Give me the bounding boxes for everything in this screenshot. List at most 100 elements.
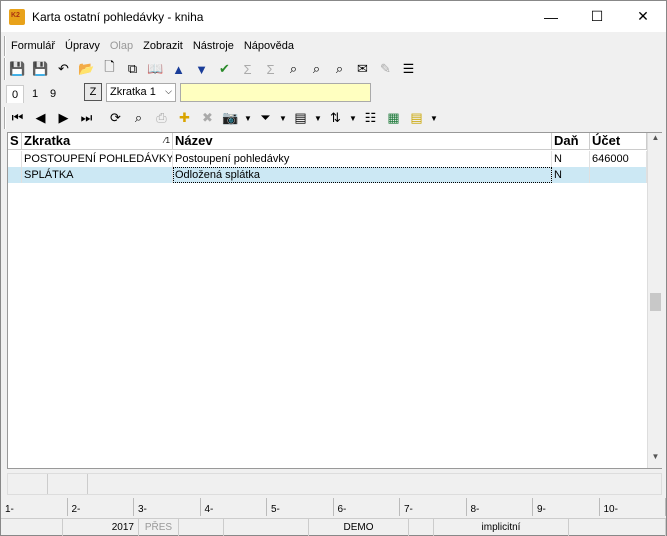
sort-select-value: Zkratka 1 xyxy=(110,86,156,98)
print-icon[interactable]: ⎙ xyxy=(150,108,173,128)
scroll-down-icon[interactable]: ▼ xyxy=(648,452,663,468)
list-icon[interactable]: ☷ xyxy=(359,108,382,128)
function-key-bar: 1- 2- 3- 4- 5- 6- 7- 8- 9- 10- xyxy=(1,498,666,516)
col-header-dan[interactable]: Daň xyxy=(552,133,590,150)
camera-dropdown-icon[interactable]: ▼ xyxy=(242,108,254,128)
sort-select[interactable]: Zkratka 1 ⌵ xyxy=(106,83,176,102)
chevron-down-icon: ⌵ xyxy=(165,86,172,96)
col-header-zkratka[interactable]: Zkratka ⁄1 xyxy=(22,133,173,150)
tab-1[interactable]: 1 xyxy=(27,85,43,103)
window-title: Karta ostatní pohledávky - kniha xyxy=(32,9,204,24)
arrow-up-icon[interactable]: ▲ xyxy=(167,59,190,79)
filter-icon[interactable]: ⏷ xyxy=(254,108,277,128)
app-logo-icon xyxy=(9,8,25,25)
fkey-6[interactable]: 6- xyxy=(334,498,400,516)
save-as-icon[interactable]: 💾 xyxy=(29,59,52,79)
fkey-4[interactable]: 4- xyxy=(201,498,267,516)
first-record-icon[interactable]: ⏮ xyxy=(6,108,29,128)
save-icon[interactable]: 💾 xyxy=(6,59,29,79)
find-replace-icon[interactable]: ⌕ xyxy=(328,59,351,79)
vertical-scrollbar[interactable]: ▲ ▼ xyxy=(647,133,662,468)
fkey-2[interactable]: 2- xyxy=(68,498,134,516)
grid-footer xyxy=(7,473,662,495)
title-bar: Karta ostatní pohledávky - kniha — ☐ ✕ xyxy=(1,1,666,32)
sort-az-icon[interactable]: ⇅ xyxy=(324,108,347,128)
cell-ucet[interactable] xyxy=(590,167,647,183)
fkey-9[interactable]: 9- xyxy=(533,498,600,516)
main-toolbar: 💾 💾 ↶ 📂 🗋 ⧉ 📖 ▲ ▼ ✔ Σ Σ ⌕ ⌕ ⌕ ✉ ✎ ☰ xyxy=(4,58,434,80)
main-window: Karta ostatní pohledávky - kniha — ☐ ✕ F… xyxy=(0,0,667,536)
copy-icon[interactable]: ⧉ xyxy=(121,59,144,79)
filter-dropdown-icon[interactable]: ▼ xyxy=(277,108,289,128)
fkey-5[interactable]: 5- xyxy=(267,498,334,516)
camera-icon[interactable]: 📷 xyxy=(219,108,242,128)
data-grid[interactable]: S Zkratka ⁄1 Název Daň Účet POSTOUPENÍ PO… xyxy=(7,132,662,469)
fkey-8[interactable]: 8- xyxy=(467,498,533,516)
status-db: DEMO xyxy=(309,519,409,536)
report-icon[interactable]: ▤ xyxy=(405,108,428,128)
add-record-icon[interactable]: ✚ xyxy=(173,108,196,128)
tab-9[interactable]: 9 xyxy=(45,85,61,103)
scroll-up-icon[interactable]: ▲ xyxy=(648,133,663,149)
cell-zkratka[interactable]: SPLÁTKA xyxy=(22,167,173,183)
z-button[interactable]: Z xyxy=(84,83,102,101)
fkey-3[interactable]: 3- xyxy=(134,498,201,516)
scroll-thumb[interactable] xyxy=(650,293,661,311)
menu-upravy[interactable]: Úpravy xyxy=(60,40,105,52)
sort-asc-icon: ⁄1 xyxy=(164,136,170,145)
cell-nazev[interactable]: Postoupení pohledávky xyxy=(173,151,552,167)
book-icon[interactable]: 📖 xyxy=(144,59,167,79)
status-profile: implicitní xyxy=(434,519,569,536)
fkey-10[interactable]: 10- xyxy=(600,498,666,516)
excel-icon[interactable]: ▦ xyxy=(382,108,405,128)
nav-toolbar: ⏮ ◀ ▶ ⏭ ⟳ ⌕ ⎙ ✚ ✖ 📷 ▼ ⏷ ▼ ▤ ▼ ⇅ ▼ ☷ ▦ ▤ … xyxy=(4,107,464,129)
menu-bar: Formulář Úpravy Olap Zobrazit Nástroje N… xyxy=(4,36,664,56)
fkey-1[interactable]: 1- xyxy=(1,498,68,516)
menu-nastroje[interactable]: Nástroje xyxy=(188,40,239,52)
status-bar: 2017 PŘES DEMO implicitní xyxy=(1,518,666,536)
report-dropdown-icon[interactable]: ▼ xyxy=(428,108,440,128)
menu-zobrazit[interactable]: Zobrazit xyxy=(138,40,188,52)
tab-0[interactable]: 0 xyxy=(6,85,25,103)
maximize-button[interactable]: ☐ xyxy=(574,1,620,32)
edit-icon[interactable]: ✎ xyxy=(374,59,397,79)
arrow-down-icon[interactable]: ▼ xyxy=(190,59,213,79)
sum-filter-icon[interactable]: Σ xyxy=(259,59,282,79)
refresh-icon[interactable]: ⟳ xyxy=(104,108,127,128)
cell-zkratka[interactable]: POSTOUPENÍ POHLEDÁVKY xyxy=(22,151,173,167)
filter-check-icon[interactable]: ✔ xyxy=(213,59,236,79)
sort-dropdown-icon[interactable]: ▼ xyxy=(347,108,359,128)
status-year: 2017 xyxy=(63,519,139,536)
cell-ucet[interactable]: 646000 xyxy=(590,151,647,167)
col-header-ucet[interactable]: Účet xyxy=(590,133,647,150)
search-icon[interactable]: ⌕ xyxy=(127,108,150,128)
open-folder-icon[interactable]: 📂 xyxy=(75,59,98,79)
cell-dan[interactable]: N xyxy=(552,167,590,183)
cell-nazev[interactable]: Odložená splátka xyxy=(173,167,552,183)
menu-napoveda[interactable]: Nápověda xyxy=(239,40,299,52)
find-next-icon[interactable]: ⌕ xyxy=(305,59,328,79)
close-button[interactable]: ✕ xyxy=(620,1,666,32)
last-record-icon[interactable]: ⏭ xyxy=(75,108,98,128)
col-header-s[interactable]: S xyxy=(8,133,22,150)
next-record-icon[interactable]: ▶ xyxy=(52,108,75,128)
sum-icon[interactable]: Σ xyxy=(236,59,259,79)
columns-icon[interactable]: ▤ xyxy=(289,108,312,128)
menu-olap[interactable]: Olap xyxy=(105,40,138,52)
cell-dan[interactable]: N xyxy=(552,151,590,167)
undo-icon[interactable]: ↶ xyxy=(52,59,75,79)
col-header-zkratka-label: Zkratka xyxy=(24,133,71,148)
new-document-icon[interactable]: 🗋 xyxy=(98,59,121,79)
menu-lines-icon[interactable]: ☰ xyxy=(397,59,420,79)
columns-dropdown-icon[interactable]: ▼ xyxy=(312,108,324,128)
minimize-button[interactable]: — xyxy=(528,1,574,32)
prev-record-icon[interactable]: ◀ xyxy=(29,108,52,128)
fkey-7[interactable]: 7- xyxy=(400,498,467,516)
binoculars-icon[interactable]: ⌕ xyxy=(282,59,305,79)
col-header-nazev[interactable]: Název xyxy=(173,133,552,150)
search-input[interactable] xyxy=(180,83,371,102)
menu-formular[interactable]: Formulář xyxy=(6,40,60,52)
status-mode: PŘES xyxy=(139,519,179,536)
mail-icon[interactable]: ✉ xyxy=(351,59,374,79)
delete-record-icon[interactable]: ✖ xyxy=(196,108,219,128)
